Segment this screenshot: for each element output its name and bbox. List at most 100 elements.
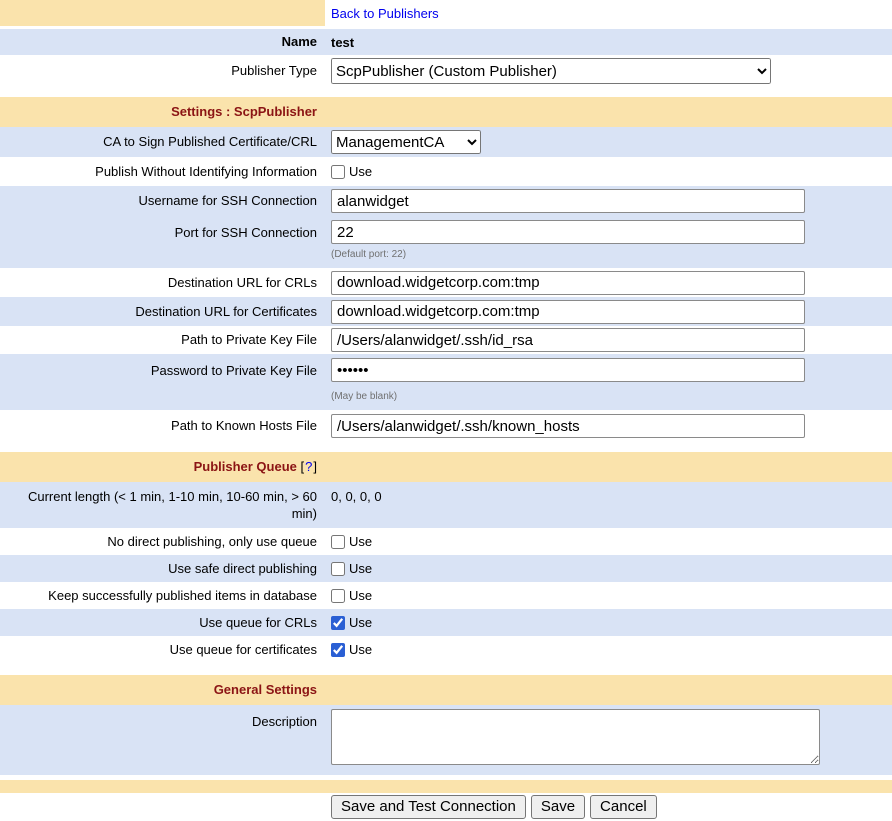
queue-certs-row: Use queue for certificates Use: [0, 636, 892, 663]
general-header-row: General Settings: [0, 675, 892, 705]
knownhosts-input[interactable]: [331, 414, 805, 438]
no-direct-checkbox[interactable]: [331, 535, 345, 549]
username-cell: [325, 186, 892, 216]
no-direct-use-label: Use: [349, 534, 372, 549]
cert-url-input[interactable]: [331, 300, 805, 324]
queue-crls-label: Use queue for CRLs: [0, 609, 325, 636]
description-cell: [325, 705, 892, 775]
privkey-cell: [325, 326, 892, 354]
no-direct-cell: Use: [325, 528, 892, 555]
back-to-publishers-link[interactable]: Back to Publishers: [331, 6, 439, 21]
queue-length-row: Current length (< 1 min, 1-10 min, 10-60…: [0, 482, 892, 528]
back-row: Back to Publishers: [0, 0, 892, 26]
username-row: Username for SSH Connection: [0, 186, 892, 216]
crl-url-cell: [325, 268, 892, 297]
edit-publisher-page: Back to Publishers Name test Publisher T…: [0, 0, 892, 820]
footer-band-right: [325, 780, 892, 793]
description-textarea[interactable]: [331, 709, 820, 765]
queue-crls-use-label: Use: [349, 615, 372, 630]
safe-direct-cell: Use: [325, 555, 892, 582]
crl-url-input[interactable]: [331, 271, 805, 295]
queue-certs-checkbox-group: Use: [331, 642, 372, 657]
knownhosts-row: Path to Known Hosts File: [0, 410, 892, 442]
password-cell: (May be blank): [325, 354, 892, 410]
anon-checkbox-group: Use: [331, 164, 372, 179]
footer-band: [0, 780, 892, 793]
safe-direct-checkbox[interactable]: [331, 562, 345, 576]
port-hint: (Default port: 22): [331, 249, 406, 261]
queue-length-value: 0, 0, 0, 0: [325, 482, 892, 528]
queue-section-title: Publisher Queue: [194, 459, 297, 474]
queue-help-link[interactable]: ?: [305, 459, 312, 474]
safe-direct-use-label: Use: [349, 561, 372, 576]
knownhosts-cell: [325, 410, 892, 442]
description-label: Description: [0, 705, 325, 775]
privkey-label: Path to Private Key File: [0, 326, 325, 354]
queue-header-text: Publisher Queue [?]: [194, 458, 317, 475]
settings-header-cell: Settings : ScpPublisher: [0, 97, 325, 127]
anon-cell: Use: [325, 157, 892, 186]
username-label: Username for SSH Connection: [0, 186, 325, 216]
publisher-type-select[interactable]: ScpPublisher (Custom Publisher): [331, 58, 771, 84]
actions-row: Save and Test Connection Save Cancel: [0, 793, 892, 820]
publisher-type-label: Publisher Type: [0, 55, 325, 87]
anon-row: Publish Without Identifying Information …: [0, 157, 892, 186]
username-input[interactable]: [331, 189, 805, 213]
port-row: Port for SSH Connection (Default port: 2…: [0, 216, 892, 268]
keep-items-checkbox-group: Use: [331, 588, 372, 603]
help-bracket-close: ]: [313, 459, 317, 474]
anon-checkbox[interactable]: [331, 165, 345, 179]
cert-url-cell: [325, 297, 892, 326]
crl-url-label: Destination URL for CRLs: [0, 268, 325, 297]
crl-url-row: Destination URL for CRLs: [0, 268, 892, 297]
port-label: Port for SSH Connection: [0, 216, 325, 268]
queue-certs-label: Use queue for certificates: [0, 636, 325, 663]
port-cell: (Default port: 22): [325, 216, 892, 268]
back-link-cell: Back to Publishers: [325, 0, 892, 26]
cert-url-row: Destination URL for Certificates: [0, 297, 892, 326]
port-input[interactable]: [331, 220, 805, 244]
cert-url-label: Destination URL for Certificates: [0, 297, 325, 326]
privkey-row: Path to Private Key File: [0, 326, 892, 354]
save-and-test-button[interactable]: Save and Test Connection: [331, 795, 526, 819]
anon-use-label: Use: [349, 164, 372, 179]
save-button[interactable]: Save: [531, 795, 585, 819]
cancel-button[interactable]: Cancel: [590, 795, 657, 819]
queue-header-cell: Publisher Queue [?]: [0, 452, 325, 482]
queue-certs-use-label: Use: [349, 642, 372, 657]
queue-certs-checkbox[interactable]: [331, 643, 345, 657]
no-direct-checkbox-group: Use: [331, 534, 372, 549]
keep-items-row: Keep successfully published items in dat…: [0, 582, 892, 609]
keep-items-use-label: Use: [349, 588, 372, 603]
ca-cell: ManagementCA: [325, 127, 892, 157]
name-value: test: [325, 29, 892, 55]
password-row: Password to Private Key File (May be bla…: [0, 354, 892, 410]
publisher-type-cell: ScpPublisher (Custom Publisher): [325, 55, 892, 87]
password-input[interactable]: [331, 358, 805, 382]
help-bracket-open: [: [301, 459, 305, 474]
keep-items-label: Keep successfully published items in dat…: [0, 582, 325, 609]
section-gap: [0, 87, 892, 97]
knownhosts-label: Path to Known Hosts File: [0, 410, 325, 442]
keep-items-checkbox[interactable]: [331, 589, 345, 603]
general-section-title: General Settings: [214, 681, 317, 698]
section-gap: [0, 442, 892, 452]
no-direct-row: No direct publishing, only use queue Use: [0, 528, 892, 555]
safe-direct-label: Use safe direct publishing: [0, 555, 325, 582]
password-hint: (May be blank): [331, 391, 397, 403]
footer-band-left: [0, 780, 325, 793]
settings-header-spacer: [325, 97, 892, 127]
top-header-spacer: [0, 0, 325, 26]
description-row: Description: [0, 705, 892, 775]
ca-row: CA to Sign Published Certificate/CRL Man…: [0, 127, 892, 157]
ca-label: CA to Sign Published Certificate/CRL: [0, 127, 325, 157]
no-direct-label: No direct publishing, only use queue: [0, 528, 325, 555]
name-row: Name test: [0, 29, 892, 55]
section-gap: [0, 663, 892, 675]
publisher-type-row: Publisher Type ScpPublisher (Custom Publ…: [0, 55, 892, 87]
name-label: Name: [0, 29, 325, 55]
queue-length-label: Current length (< 1 min, 1-10 min, 10-60…: [0, 482, 325, 528]
privkey-input[interactable]: [331, 328, 805, 352]
ca-select[interactable]: ManagementCA: [331, 130, 481, 154]
queue-crls-checkbox[interactable]: [331, 616, 345, 630]
